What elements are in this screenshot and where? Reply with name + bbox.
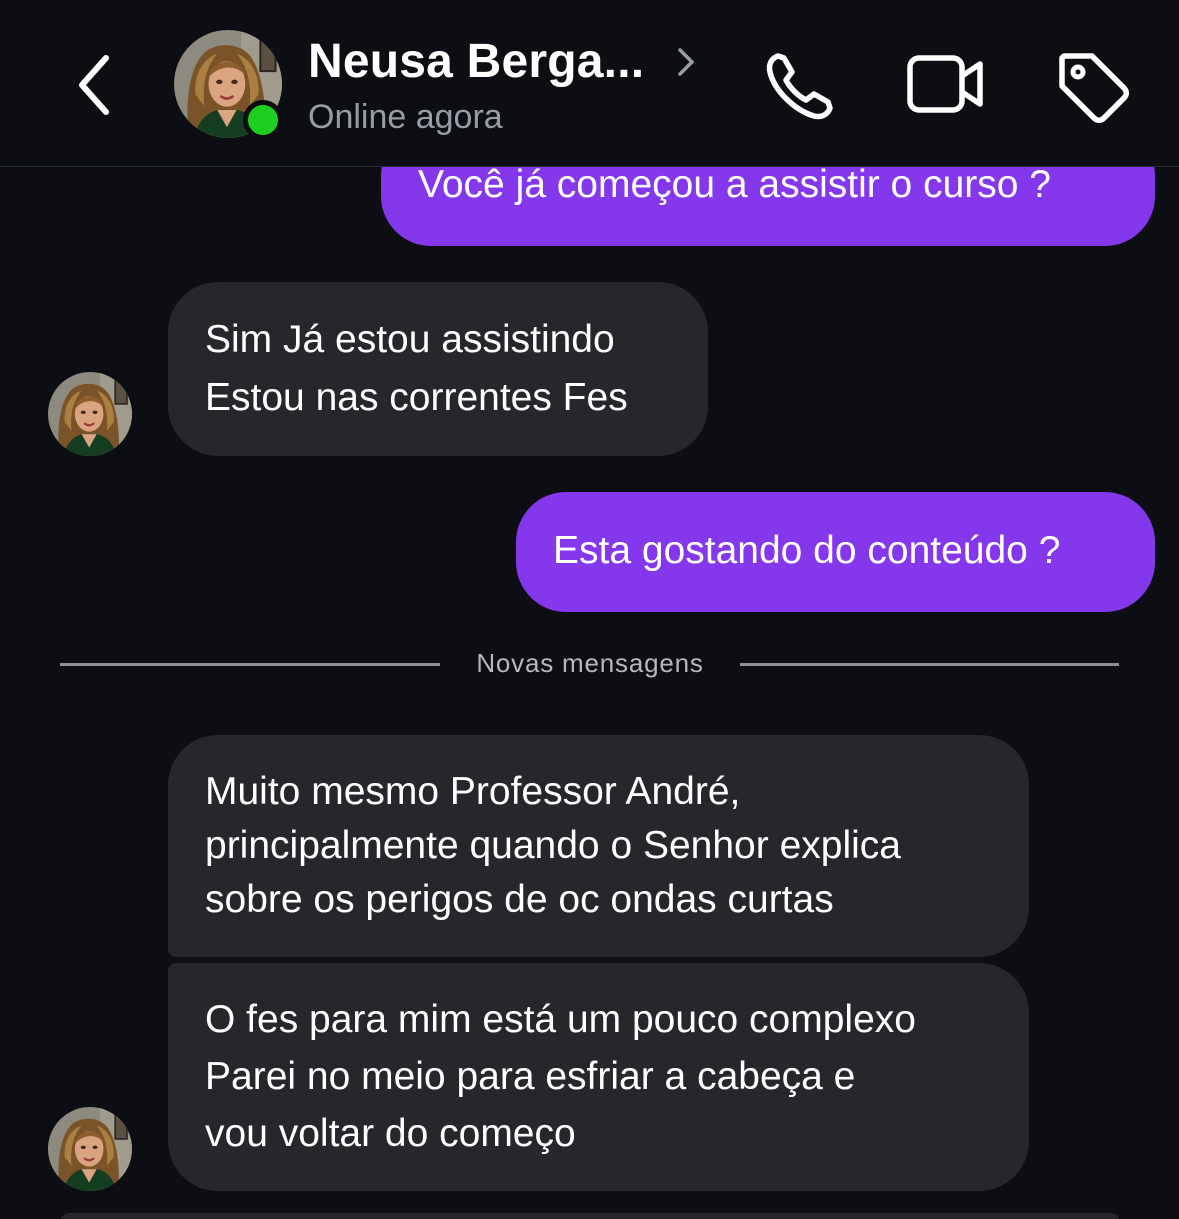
outgoing-message[interactable]: Esta gostando do conteúdo ? — [516, 492, 1155, 612]
sender-avatar[interactable] — [48, 1107, 132, 1191]
message-text: Sim Já estou assistindo — [205, 318, 615, 361]
divider-line — [740, 663, 1119, 666]
sender-avatar[interactable] — [48, 372, 132, 456]
message-text: Estou nas correntes Fes — [205, 376, 628, 419]
phone-icon[interactable] — [764, 50, 836, 122]
incoming-message[interactable]: Sim Já estou assistindo Estou nas corren… — [168, 282, 708, 456]
incoming-message[interactable]: Muito mesmo Professor André, principalme… — [168, 735, 1029, 957]
message-text: Muito mesmo Professor André, — [205, 770, 741, 813]
contact-name[interactable]: Neusa Berga... — [308, 34, 644, 89]
new-messages-divider: Novas mensagens — [476, 648, 704, 678]
message-text: sobre os perigos de oc ondas curtas — [205, 878, 834, 921]
message-text: Esta gostando do conteúdo ? — [553, 529, 1061, 572]
chat-screen: Neusa Berga... Online agora Você já come… — [0, 0, 1179, 1219]
tag-icon[interactable] — [1056, 50, 1130, 124]
chevron-right-icon[interactable] — [672, 42, 698, 82]
online-status-indicator — [243, 100, 283, 140]
message-text: principalmente quando o Senhor explica — [205, 824, 901, 867]
chat-header: Neusa Berga... Online agora — [0, 0, 1179, 167]
contact-status: Online agora — [308, 98, 503, 136]
back-chevron-icon[interactable] — [70, 50, 120, 120]
video-camera-icon[interactable] — [906, 52, 986, 116]
next-element-edge — [60, 1213, 1120, 1219]
message-text: O fes para mim está um pouco complexo — [205, 998, 916, 1041]
message-text: vou voltar do começo — [205, 1112, 576, 1155]
message-text: Parei no meio para esfriar a cabeça e — [205, 1055, 856, 1098]
divider-line — [60, 663, 440, 666]
incoming-message[interactable]: O fes para mim está um pouco complexo Pa… — [168, 963, 1029, 1191]
